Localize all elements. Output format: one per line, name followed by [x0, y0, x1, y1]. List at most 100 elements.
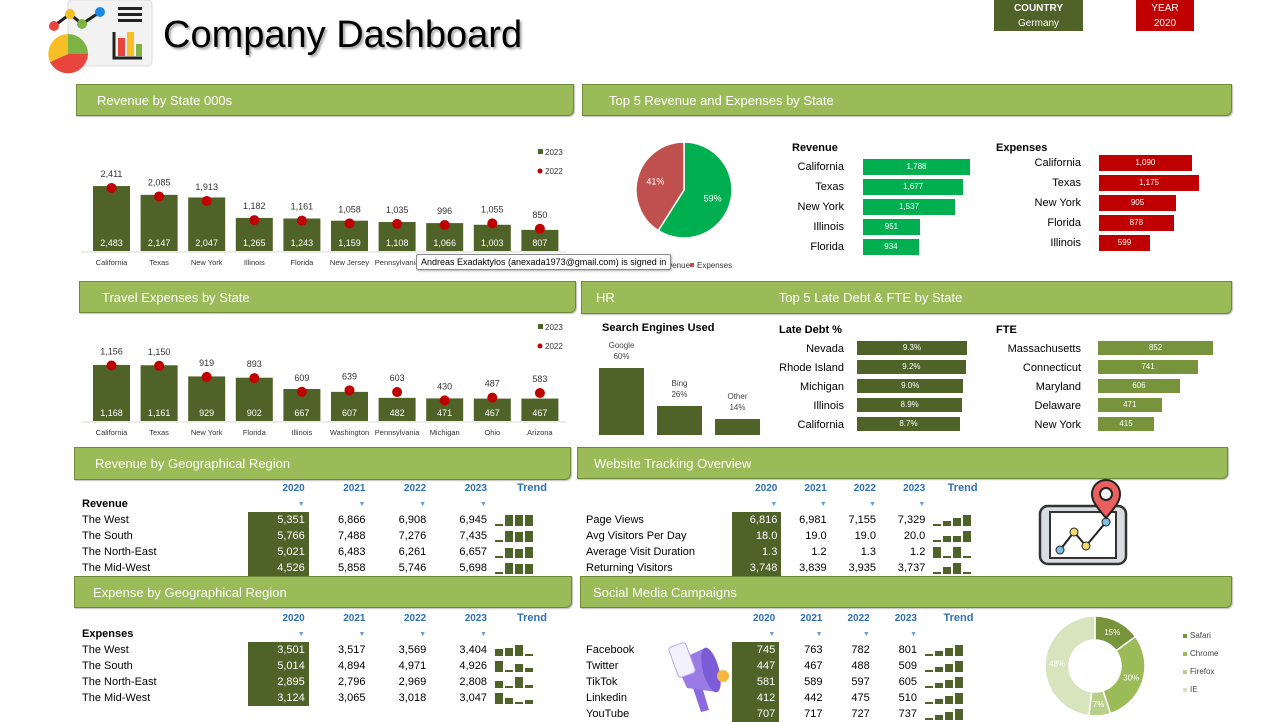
- hbar: 8.9%: [857, 398, 963, 412]
- filter-icon[interactable]: ▼: [880, 496, 929, 512]
- year-header[interactable]: 2020: [732, 610, 779, 626]
- panel-header-hr: HR Top 5 Late Debt & FTE by State: [581, 281, 1232, 314]
- table-row: Returning Visitors 3,748 3,839 3,935 3,737: [582, 560, 996, 576]
- year-header-row: 2020 2021 2022 2023 Trend: [78, 610, 573, 626]
- year-header[interactable]: 2020: [248, 480, 309, 496]
- bar-category-label: Michigan: [799, 381, 844, 393]
- bar-value-label: 1,161: [148, 408, 171, 418]
- year-header[interactable]: 2020: [248, 610, 309, 626]
- hbar: 741: [1098, 360, 1199, 374]
- year-header[interactable]: 2022: [831, 480, 880, 496]
- hbar: 1,788: [863, 159, 970, 175]
- bar-category-label: Illinois: [813, 400, 844, 412]
- hbar: 9.0%: [857, 379, 964, 393]
- trend-sparkline: [491, 528, 573, 544]
- category-label: California: [96, 428, 129, 437]
- cell-value: 5,858: [337, 562, 366, 574]
- filter-icon[interactable]: ▼: [248, 626, 309, 642]
- filter-icon[interactable]: ▼: [781, 496, 830, 512]
- marker-2022: [439, 395, 450, 406]
- hbar: 471: [1098, 398, 1162, 412]
- cell-value: 5,698: [459, 562, 487, 574]
- bar-value-label: 1,003: [481, 238, 504, 248]
- late-debt-title: Late Debt %: [779, 324, 842, 336]
- marker-2022: [249, 215, 260, 226]
- table-row: The Mid-West 4,526 5,858 5,746 5,698: [78, 560, 573, 576]
- cell-value: 4,894: [337, 660, 366, 672]
- year-header[interactable]: 2023: [430, 610, 491, 626]
- bar-value-label: 467: [532, 408, 547, 418]
- filter-icon[interactable]: ▼: [779, 626, 826, 642]
- year-header-row: 2020 2021 2022 2023 Trend: [78, 480, 573, 496]
- bar-category-label: Illinois: [813, 221, 844, 233]
- filter-icon[interactable]: ▼: [309, 496, 370, 512]
- bar-category-label: Texas: [815, 181, 844, 193]
- cell-value: 7,329: [897, 514, 926, 526]
- panel-header-rev-geo: Revenue by Geographical Region: [74, 447, 571, 480]
- trend-header: Trend: [943, 612, 974, 624]
- hbar: 599: [1099, 235, 1150, 251]
- table-row: The South 5,766 7,488 7,276 7,435: [78, 528, 573, 544]
- category-label: Ohio: [484, 428, 500, 437]
- bar-category-label: Texas: [1052, 177, 1081, 189]
- bar-category-label: New York: [1034, 419, 1081, 431]
- year-header[interactable]: 2022: [369, 480, 430, 496]
- table-row: TikTok 581 589 597 605: [582, 674, 996, 690]
- table-row: Twitter 447 467 488 509: [582, 658, 996, 674]
- category-label: California: [96, 258, 129, 267]
- filter-icon[interactable]: ▼: [732, 626, 779, 642]
- marker-value-label: 919: [199, 358, 214, 368]
- marker-value-label: 603: [390, 373, 405, 383]
- marker-2022: [296, 386, 307, 397]
- marker-value-label: 2,411: [101, 169, 123, 179]
- category-label: Texas: [149, 428, 169, 437]
- marker-2022: [344, 218, 355, 229]
- year-header[interactable]: 2021: [309, 480, 370, 496]
- filter-icon[interactable]: ▼: [831, 496, 880, 512]
- marker-value-label: 1,182: [243, 201, 266, 211]
- legend-swatch-2022: [537, 343, 543, 349]
- table-row: Linkedin 412 442 475 510: [582, 690, 996, 706]
- filter-icon[interactable]: ▼: [248, 496, 309, 512]
- donut-value-label: 7%: [1093, 700, 1105, 709]
- filter-icon[interactable]: ▼: [732, 496, 781, 512]
- cell-value: 2,808: [459, 676, 487, 688]
- cell-value: 6,908: [398, 514, 427, 526]
- marker-2022: [392, 387, 403, 398]
- filter-icon[interactable]: ▼: [369, 496, 430, 512]
- category-label: Pennsylvania: [375, 258, 420, 267]
- country-filter[interactable]: COUNTRY Germany: [994, 0, 1083, 31]
- row-label: The North-East: [82, 546, 157, 558]
- year-header[interactable]: 2022: [827, 610, 874, 626]
- filter-icon[interactable]: ▼: [430, 496, 491, 512]
- year-header[interactable]: 2023: [880, 480, 929, 496]
- year-header[interactable]: 2022: [369, 610, 430, 626]
- filter-icon[interactable]: ▼: [874, 626, 921, 642]
- filter-icon[interactable]: ▼: [827, 626, 874, 642]
- year-header[interactable]: 2021: [781, 480, 830, 496]
- cell-value: 2,895: [248, 674, 309, 690]
- marker-2022: [249, 373, 260, 384]
- year-header[interactable]: 2023: [874, 610, 921, 626]
- cell-value: 447: [732, 658, 780, 674]
- year-header[interactable]: 2023: [430, 480, 491, 496]
- cell-value: 7,155: [848, 514, 876, 526]
- filter-icon[interactable]: ▼: [369, 626, 430, 642]
- filter-icon[interactable]: ▼: [430, 626, 491, 642]
- year-header[interactable]: 2021: [309, 610, 370, 626]
- legend-swatch-2023: [538, 324, 543, 329]
- country-filter-value: Germany: [1017, 18, 1060, 29]
- trend-sparkline: [921, 658, 996, 674]
- page-title: Company Dashboard: [163, 14, 523, 56]
- year-header[interactable]: 2020: [732, 480, 781, 496]
- trend-sparkline: [491, 560, 573, 576]
- bar-category-label: Maryland: [1035, 381, 1081, 393]
- hbar: 8.7%: [857, 417, 960, 431]
- table-row: The North-East 2,895 2,796 2,969 2,808: [78, 674, 573, 690]
- marker-value-label: 1,156: [100, 347, 123, 357]
- signed-in-tooltip: Andreas Exadaktylos (anexada1973@gmail.c…: [416, 254, 672, 270]
- cell-value: 3,065: [337, 692, 366, 704]
- year-filter[interactable]: YEAR 2020: [1136, 0, 1194, 31]
- year-header[interactable]: 2021: [779, 610, 826, 626]
- filter-icon[interactable]: ▼: [309, 626, 370, 642]
